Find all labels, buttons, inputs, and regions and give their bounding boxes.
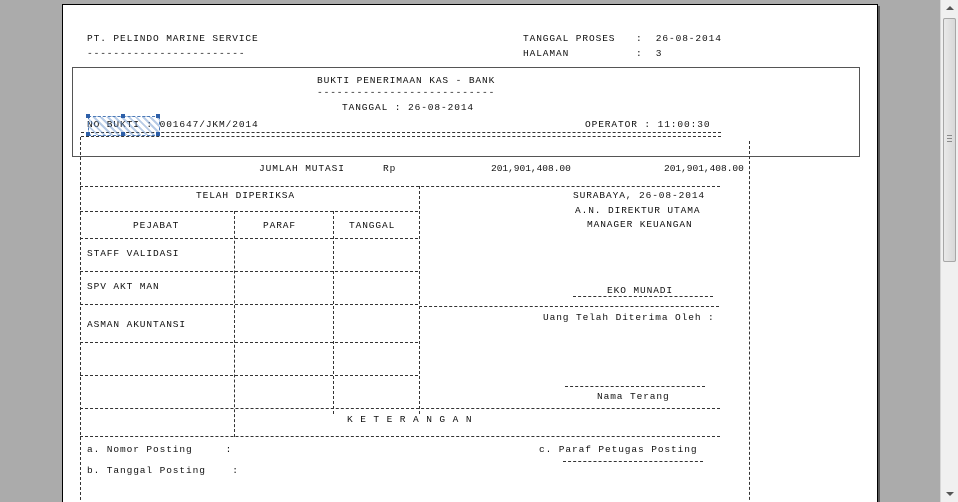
row-separator	[80, 375, 418, 376]
paraf-petugas-label: c. Paraf Petugas Posting	[539, 444, 698, 455]
row-separator	[80, 238, 418, 239]
resize-handle[interactable]	[156, 114, 160, 118]
page-label: HALAMAN	[523, 48, 570, 59]
resize-handle[interactable]	[121, 114, 125, 118]
grip-line	[947, 138, 952, 139]
col-paraf: PARAF	[263, 220, 297, 231]
col-divider	[333, 211, 334, 414]
amount-1: 201,901,408.00	[491, 163, 571, 174]
manager-title: MANAGER KEUANGAN	[587, 219, 693, 230]
col-divider	[234, 211, 235, 437]
amount-2: 201,901,408.00	[664, 163, 744, 174]
row-separator	[419, 306, 719, 307]
report-date: TANGGAL : 26-08-2014	[342, 102, 475, 113]
scroll-thumb[interactable]	[943, 18, 956, 262]
company-name: PT. PELINDO MARINE SERVICE	[87, 33, 259, 44]
keterangan-label: K E T E R A N G A N	[347, 414, 473, 425]
row-separator	[80, 436, 720, 437]
city-date: SURABAYA, 26-08-2014	[573, 190, 706, 201]
nama-terang-label: Nama Terang	[597, 391, 670, 402]
role-spv-akt-man: SPV AKT MAN	[87, 281, 160, 292]
triangle-down-icon	[946, 492, 954, 496]
currency: Rp	[383, 163, 397, 174]
nomor-posting-label: a. Nomor Posting :	[87, 444, 233, 455]
received-by-label: Uang Telah Diterima Oleh :	[543, 312, 715, 323]
tanggal-posting-label: b. Tanggal Posting :	[87, 465, 239, 476]
report-page: PT. PELINDO MARINE SERVICE -------------…	[62, 4, 878, 502]
col-tanggal: TANGGAL	[349, 220, 396, 231]
row-separator	[80, 408, 720, 409]
an-direktur: A.N. DIREKTUR UTAMA	[575, 205, 701, 216]
row-separator	[80, 271, 418, 272]
border-right	[749, 141, 750, 502]
grip-line	[947, 141, 952, 142]
resize-handle[interactable]	[121, 132, 125, 136]
border-left	[80, 137, 81, 502]
grip-line	[947, 135, 952, 136]
signature-line	[563, 461, 703, 462]
jumlah-mutasi-label: JUMLAH MUTASI	[259, 163, 345, 174]
signer-name: EKO MUNADI	[607, 285, 674, 296]
resize-handle[interactable]	[156, 132, 160, 136]
center-divider	[419, 186, 420, 414]
row-separator	[80, 304, 418, 305]
role-asman-akuntansi: ASMAN AKUNTANSI	[87, 319, 187, 330]
vertical-scrollbar[interactable]	[940, 0, 958, 502]
triangle-up-icon	[946, 6, 954, 10]
report-title: BUKTI PENERIMAAN KAS - BANK	[317, 75, 496, 86]
row-separator	[80, 186, 720, 187]
col-pejabat: PEJABAT	[133, 220, 180, 231]
double-separator	[81, 132, 721, 137]
report-viewer: PT. PELINDO MARINE SERVICE -------------…	[0, 0, 940, 502]
scroll-up-button[interactable]	[942, 0, 958, 17]
row-separator	[80, 342, 418, 343]
title-underline: ---------------------------	[317, 87, 496, 98]
signature-line	[573, 296, 713, 297]
page-number: : 3	[636, 48, 663, 59]
resize-handle[interactable]	[86, 132, 90, 136]
process-date-label: TANGGAL PROSES	[523, 33, 616, 44]
resize-handle[interactable]	[86, 114, 90, 118]
process-date-value: : 26-08-2014	[636, 33, 722, 44]
signature-line	[565, 386, 705, 387]
operator-time: OPERATOR : 11:00:30	[585, 119, 711, 130]
row-separator	[80, 211, 418, 212]
role-staff-validasi: STAFF VALIDASI	[87, 248, 180, 259]
company-underline: ------------------------	[87, 48, 246, 59]
checked-header: TELAH DIPERIKSA	[196, 190, 296, 201]
scroll-down-button[interactable]	[942, 485, 958, 502]
